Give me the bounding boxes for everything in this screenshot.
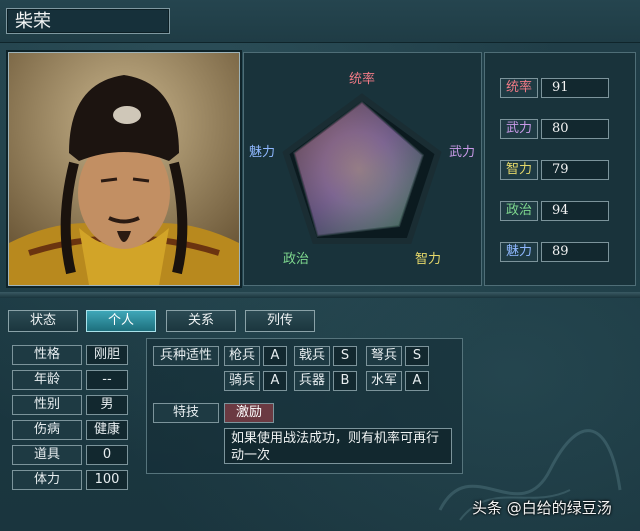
attribute-stats-panel: 统率 91 武力 80 智力 79 政治 94 魅力 89 (484, 52, 636, 286)
stat-label: 武力 (500, 119, 538, 139)
section-divider (0, 292, 640, 298)
personal-info-panel: 性格 刚胆 年龄 -- 性别 男 伤病 健康 道具 0 体力 100 (8, 340, 128, 490)
tab-biography[interactable]: 列传 (245, 310, 315, 332)
info-value: 男 (86, 395, 128, 415)
aptitude-unit-grade: S (405, 346, 429, 366)
aptitude-unit-grade: S (333, 346, 357, 366)
info-row-gender: 性别 男 (8, 395, 128, 415)
special-skill-description: 如果使用战法成功，则有机率可再行动一次 (224, 428, 452, 464)
info-value: 刚胆 (86, 345, 128, 365)
stat-value: 79 (541, 160, 609, 180)
info-label: 道具 (12, 445, 82, 465)
aptitude-unit-label: 枪兵 (224, 346, 260, 366)
attribute-radar-chart: 统率 武力 智力 政治 魅力 (243, 52, 482, 286)
info-row-stamina: 体力 100 (8, 470, 128, 490)
stat-label: 智力 (500, 160, 538, 180)
info-value: 100 (86, 470, 128, 490)
info-row-age: 年龄 -- (8, 370, 128, 390)
tab-relations[interactable]: 关系 (166, 310, 236, 332)
stat-value: 94 (541, 201, 609, 221)
aptitude-unit-label: 水军 (366, 371, 402, 391)
tab-personal[interactable]: 个人 (86, 310, 156, 332)
radar-axis-label-leadership: 统率 (349, 71, 375, 87)
watermark: 头条 @白给的绿豆汤 (472, 499, 612, 517)
radar-axis-label-war: 武力 (449, 145, 475, 160)
aptitude-unit-label: 弩兵 (366, 346, 402, 366)
info-value: 0 (86, 445, 128, 465)
info-label: 性格 (12, 345, 82, 365)
aptitude-unit-grade: A (405, 371, 429, 391)
aptitude-unit-label: 骑兵 (224, 371, 260, 391)
info-label: 性别 (12, 395, 82, 415)
special-skill-name[interactable]: 激励 (224, 403, 274, 423)
radar-axis-label-politics: 政治 (283, 252, 309, 267)
info-value: -- (86, 370, 128, 390)
info-label: 年龄 (12, 370, 82, 390)
aptitude-title: 兵种适性 (153, 346, 219, 366)
info-row-personality: 性格 刚胆 (8, 345, 128, 365)
aptitude-unit-label: 戟兵 (294, 346, 330, 366)
aptitude-unit-label: 兵器 (294, 371, 330, 391)
stat-value: 91 (541, 78, 609, 98)
aptitude-unit-grade: A (263, 371, 287, 391)
info-row-items: 道具 0 (8, 445, 128, 465)
stat-value: 89 (541, 242, 609, 262)
radar-axis-label-intelligence: 智力 (415, 252, 441, 267)
aptitude-unit-grade: B (333, 371, 357, 391)
stat-label: 政治 (500, 201, 538, 221)
info-label: 体力 (12, 470, 82, 490)
radar-axis-label-charm: 魅力 (249, 145, 275, 160)
stat-label: 统率 (500, 78, 538, 98)
aptitude-unit-grade: A (263, 346, 287, 366)
special-skill-label: 特技 (153, 403, 219, 423)
info-label: 伤病 (12, 420, 82, 440)
stat-label: 魅力 (500, 242, 538, 262)
tab-status[interactable]: 状态 (8, 310, 78, 332)
info-value: 健康 (86, 420, 128, 440)
character-name: 柴荣 (6, 8, 170, 34)
stat-value: 80 (541, 119, 609, 139)
info-row-injury: 伤病 健康 (8, 420, 128, 440)
character-portrait (8, 52, 240, 286)
